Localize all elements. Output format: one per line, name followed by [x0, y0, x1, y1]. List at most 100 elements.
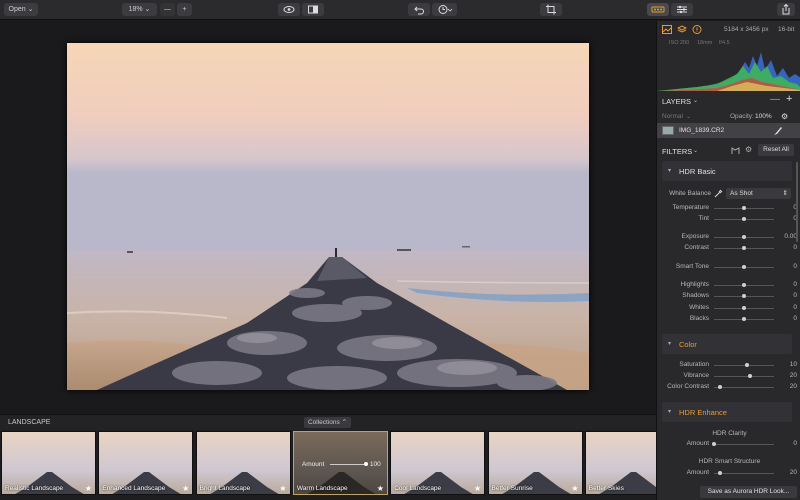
- slider-track[interactable]: [714, 217, 774, 221]
- star-icon[interactable]: ★: [85, 484, 92, 493]
- slider-value[interactable]: 10: [777, 361, 797, 368]
- slider-knob[interactable]: [742, 265, 746, 269]
- slider-track[interactable]: [714, 306, 774, 310]
- look-thumbnail[interactable]: Enhanced Landscape ★: [98, 431, 194, 495]
- gear-icon[interactable]: ⚙: [781, 112, 788, 121]
- look-thumbnail[interactable]: Realistic Landscape ★: [1, 431, 96, 495]
- panel-scrollbar[interactable]: [796, 162, 798, 242]
- slider-value[interactable]: 20: [777, 383, 797, 390]
- crop-icon: [546, 4, 556, 15]
- slider-knob[interactable]: [748, 374, 752, 378]
- color-header[interactable]: ▾ Color: [662, 334, 792, 354]
- amount-slider[interactable]: [329, 462, 368, 466]
- slider-knob[interactable]: [712, 442, 716, 446]
- hdr-enhance-header[interactable]: ▾ HDR Enhance: [662, 402, 792, 422]
- mask-icon[interactable]: [731, 147, 740, 155]
- look-thumbnail[interactable]: Better Sunrise ★: [487, 431, 583, 495]
- reset-all-button[interactable]: Reset All: [758, 144, 794, 156]
- remove-layer-icon[interactable]: —: [770, 94, 780, 105]
- slider-value[interactable]: 0: [777, 281, 797, 288]
- info-icon[interactable]: [692, 25, 702, 34]
- zoom-in-button[interactable]: +: [177, 3, 192, 16]
- open-button[interactable]: Open ⌄: [4, 3, 38, 16]
- layers-stack-icon[interactable]: [677, 25, 687, 34]
- slider-track[interactable]: [714, 317, 774, 321]
- star-icon[interactable]: ★: [377, 484, 384, 493]
- star-icon[interactable]: ★: [474, 484, 481, 493]
- slider-knob[interactable]: [742, 317, 746, 321]
- look-thumbnail[interactable]: Amount 100 Warm Landscape ★: [292, 431, 388, 495]
- slider-knob[interactable]: [742, 294, 746, 298]
- amount-slider-knob[interactable]: [363, 462, 368, 466]
- slider-knob[interactable]: [745, 363, 749, 367]
- slider-knob[interactable]: [742, 306, 746, 310]
- slider-track[interactable]: [714, 363, 774, 367]
- looks-toggle-button[interactable]: [647, 3, 669, 16]
- slider-track[interactable]: [712, 442, 774, 446]
- slider-knob[interactable]: [718, 471, 722, 475]
- layer-thumbnail: [662, 126, 674, 135]
- zoom-out-button[interactable]: —: [160, 3, 175, 16]
- slider-value[interactable]: 0: [777, 440, 797, 447]
- looks-icon: [651, 6, 665, 13]
- slider-value[interactable]: 0: [777, 304, 797, 311]
- slider-value[interactable]: 20: [777, 372, 797, 379]
- add-layer-icon[interactable]: +: [786, 93, 792, 105]
- image-info-icon[interactable]: [662, 25, 672, 34]
- slider-knob[interactable]: [718, 385, 722, 389]
- crop-button[interactable]: [540, 3, 562, 16]
- white-balance-select[interactable]: As Shot ⇕: [726, 188, 791, 199]
- slider-value[interactable]: 0: [777, 204, 797, 211]
- compare-button[interactable]: [302, 3, 324, 16]
- collections-button[interactable]: Collections ⌃: [304, 417, 351, 428]
- slider-track[interactable]: [714, 294, 774, 298]
- save-look-button[interactable]: Save as Aurora HDR Look...: [700, 486, 797, 498]
- look-thumbnail[interactable]: Bright Landscape ★: [195, 431, 291, 495]
- slider-value[interactable]: 0.00: [777, 233, 797, 240]
- slider-knob[interactable]: [742, 246, 746, 250]
- layer-row[interactable]: IMG_1839.CR2: [657, 123, 800, 138]
- slider-value[interactable]: 20: [777, 469, 797, 476]
- slider-row: Vibrance 20: [662, 371, 797, 381]
- share-button[interactable]: [777, 3, 795, 16]
- slider-knob[interactable]: [742, 217, 746, 221]
- slider-track[interactable]: [714, 283, 774, 287]
- chevron-down-icon[interactable]: ⌄: [693, 97, 698, 104]
- slider-track[interactable]: [714, 374, 774, 378]
- slider-knob[interactable]: [742, 206, 746, 210]
- slider-track[interactable]: [714, 385, 774, 389]
- gear-icon[interactable]: ⚙: [745, 145, 752, 154]
- preview-eye-button[interactable]: [278, 3, 300, 16]
- slider-track[interactable]: [714, 265, 774, 269]
- look-thumbnail[interactable]: Cool Landscape ★: [390, 431, 486, 495]
- star-icon[interactable]: ★: [571, 484, 578, 493]
- slider-value[interactable]: 0: [777, 244, 797, 251]
- layer-name: IMG_1839.CR2: [679, 127, 725, 134]
- blend-mode-select[interactable]: Normal: [662, 113, 683, 120]
- history-button[interactable]: [432, 3, 457, 16]
- slider-value[interactable]: 0: [777, 292, 797, 299]
- slider-track[interactable]: [714, 235, 774, 239]
- slider-track[interactable]: [714, 471, 774, 475]
- chevron-down-icon: ▾: [668, 341, 672, 347]
- slider-value[interactable]: 0: [777, 315, 797, 322]
- slider-knob[interactable]: [742, 283, 746, 287]
- slider-value[interactable]: 0: [777, 215, 797, 222]
- slider-track[interactable]: [714, 246, 774, 250]
- slider-knob[interactable]: [742, 235, 746, 239]
- adjustments-toggle-button[interactable]: [671, 3, 693, 16]
- slider-value[interactable]: 0: [777, 263, 797, 270]
- hdr-basic-header[interactable]: ▾ HDR Basic: [662, 161, 792, 181]
- chevron-down-icon[interactable]: ⌄: [693, 147, 698, 154]
- slider-label: Smart Tone: [675, 263, 709, 270]
- star-icon[interactable]: ★: [182, 484, 189, 493]
- slider-label: Amount: [686, 440, 709, 447]
- zoom-select[interactable]: 18% ⌄: [122, 3, 157, 16]
- brush-icon[interactable]: [773, 126, 783, 136]
- undo-button[interactable]: [408, 3, 430, 16]
- star-icon[interactable]: ★: [279, 484, 286, 493]
- photo-preview[interactable]: [67, 43, 589, 390]
- opacity-value[interactable]: 100%: [755, 113, 772, 120]
- eyedropper-icon[interactable]: [714, 189, 723, 198]
- slider-track[interactable]: [714, 206, 774, 210]
